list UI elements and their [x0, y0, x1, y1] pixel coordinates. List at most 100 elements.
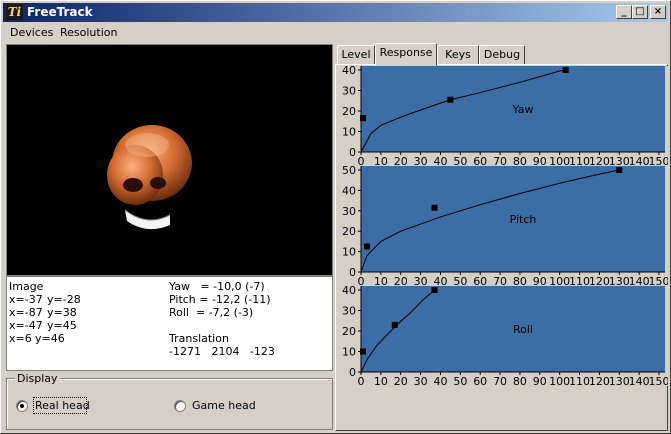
x-tick-label: 150 — [649, 375, 669, 386]
x-tick-label: 140 — [629, 155, 650, 166]
y-tick-label: 30 — [342, 305, 356, 318]
menu-resolution[interactable]: Resolution — [60, 26, 117, 39]
x-tick-label: 70 — [493, 375, 507, 386]
point-x: x=-47 — [9, 319, 43, 332]
x-tick-label: 0 — [358, 155, 365, 166]
x-tick-label: 0 — [358, 375, 365, 386]
y-tick-label: 0 — [349, 266, 356, 279]
control-point[interactable] — [359, 115, 366, 122]
x-tick-label: 150 — [649, 155, 669, 166]
x-tick-label: 140 — [629, 275, 650, 286]
x-tick-label: 120 — [589, 375, 610, 386]
point-x: x=-87 — [9, 306, 43, 319]
control-point[interactable] — [431, 204, 438, 211]
menu-devices[interactable]: Devices — [10, 26, 53, 39]
point-y: y=45 — [47, 319, 77, 332]
x-tick-label: 100 — [549, 275, 570, 286]
image-label: Image — [9, 280, 44, 293]
roll-readout: Roll = -7,2 (-3) — [169, 306, 254, 319]
chart-title: Yaw — [512, 103, 534, 116]
x-tick-label: 130 — [609, 155, 630, 166]
translation-values: -1271 2104 -123 — [169, 345, 275, 358]
y-tick-label: 20 — [342, 105, 356, 118]
x-tick-label: 20 — [394, 155, 408, 166]
app-window: Ti FreeTrack _ □ × Devices Resolution Im… — [0, 0, 671, 434]
x-tick-label: 60 — [473, 375, 487, 386]
control-point[interactable] — [616, 167, 623, 173]
pitch-response-chart[interactable]: 0 10 20 30 40 50 0 10 20 30 40 50 60 70 80 90 100 110 120 1… — [338, 164, 670, 289]
menu-bar: Devices Resolution — [3, 23, 668, 42]
y-tick-label: 0 — [349, 366, 356, 379]
game-head-label[interactable]: Game head — [192, 399, 256, 412]
tab-keys[interactable]: Keys — [437, 45, 479, 65]
control-point[interactable] — [562, 67, 569, 73]
x-tick-label: 20 — [394, 275, 408, 286]
translation-label: Translation — [169, 332, 229, 345]
x-tick-label: 80 — [513, 275, 527, 286]
real-head-label[interactable]: Real head — [35, 399, 90, 412]
tab-response[interactable]: Response — [375, 43, 437, 66]
skull-model — [107, 125, 192, 230]
x-tick-label: 0 — [358, 275, 365, 286]
x-tick-label: 80 — [513, 375, 527, 386]
x-tick-label: 130 — [609, 275, 630, 286]
point-y: y=38 — [47, 306, 77, 319]
window-title: FreeTrack — [27, 5, 93, 19]
chart-title: Roll — [513, 323, 533, 336]
x-tick-label: 110 — [569, 155, 590, 166]
head-3d-viewport[interactable] — [6, 44, 333, 276]
y-tick-label: 30 — [342, 85, 356, 98]
x-tick-label: 120 — [589, 275, 610, 286]
radio-selected-dot — [20, 404, 24, 408]
x-tick-label: 150 — [649, 275, 669, 286]
point-y: y=-28 — [47, 293, 81, 306]
x-tick-label: 140 — [629, 375, 650, 386]
title-bar[interactable]: Ti FreeTrack _ □ × — [3, 3, 668, 22]
display-group-label: Display — [15, 372, 60, 385]
x-tick-label: 60 — [473, 155, 487, 166]
y-tick-label: 10 — [342, 246, 356, 259]
control-point[interactable] — [431, 287, 438, 293]
control-point[interactable] — [363, 243, 370, 250]
minimize-button[interactable]: _ — [616, 5, 632, 19]
y-tick-label: 0 — [349, 146, 356, 159]
roll-response-chart[interactable]: 0 10 20 30 40 0 10 20 30 40 50 60 70 80 90 100 110 120 130… — [338, 284, 670, 389]
x-tick-label: 30 — [414, 375, 428, 386]
real-head-radio[interactable] — [16, 400, 28, 412]
tab-level[interactable]: Level — [337, 45, 375, 65]
tracking-info-panel: Image x=-37 y=-28 x=-87 y=38 x=-47 y=45 … — [6, 276, 333, 371]
control-point[interactable] — [391, 321, 398, 328]
control-point[interactable] — [359, 348, 366, 355]
control-point[interactable] — [447, 96, 454, 103]
tab-strip: Level Response Keys Debug — [335, 43, 668, 66]
x-tick-label: 90 — [533, 275, 547, 286]
x-tick-label: 90 — [533, 155, 547, 166]
x-tick-label: 50 — [453, 275, 467, 286]
x-tick-label: 10 — [374, 275, 388, 286]
y-tick-label: 10 — [342, 126, 356, 139]
y-tick-label: 30 — [342, 205, 356, 218]
point-y: y=46 — [35, 332, 65, 345]
pitch-readout: Pitch = -12,2 (-11) — [169, 293, 271, 306]
maximize-button[interactable]: □ — [632, 5, 648, 19]
x-tick-label: 70 — [493, 275, 507, 286]
x-tick-label: 100 — [549, 375, 570, 386]
y-tick-label: 40 — [342, 286, 356, 297]
tab-debug[interactable]: Debug — [479, 45, 525, 65]
yaw-response-chart[interactable]: 0 10 20 30 40 0 10 20 30 40 50 60 70 80 90 100 110 120 130… — [338, 64, 670, 169]
y-tick-label: 10 — [342, 346, 356, 359]
x-tick-label: 110 — [569, 275, 590, 286]
point-x: x=6 — [9, 332, 32, 345]
x-tick-label: 120 — [589, 155, 610, 166]
x-tick-label: 10 — [374, 375, 388, 386]
x-tick-label: 40 — [433, 375, 447, 386]
chart-title: Pitch — [510, 213, 537, 226]
x-tick-label: 50 — [453, 155, 467, 166]
pitch-chart-svg: 010203040500 10 20 30 40 50 60 70 80 90 1001101201… — [338, 164, 670, 288]
x-tick-label: 10 — [374, 155, 388, 166]
x-tick-label: 60 — [473, 275, 487, 286]
x-tick-label: 100 — [549, 155, 570, 166]
x-tick-label: 90 — [533, 375, 547, 386]
game-head-radio[interactable] — [174, 400, 186, 412]
close-button[interactable]: × — [650, 5, 666, 19]
